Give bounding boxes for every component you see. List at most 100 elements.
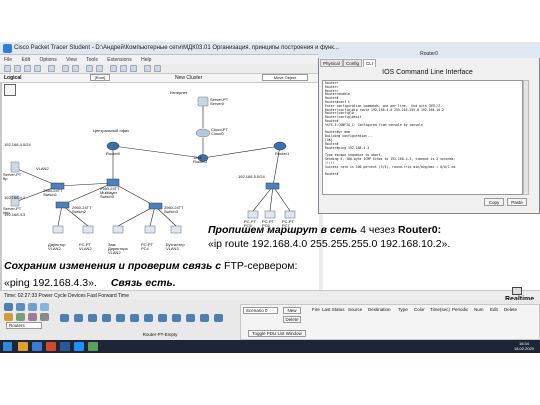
router-models [60, 312, 240, 326]
menu-view[interactable]: View [66, 57, 77, 63]
menu-options[interactable]: Options [39, 57, 56, 63]
hub-category-icon[interactable] [28, 303, 37, 311]
router-server0[interactable] [197, 96, 209, 107]
new-cluster-button[interactable]: New Cluster [175, 75, 202, 81]
palette-icon[interactable] [144, 65, 151, 72]
col-type: Type [398, 307, 408, 312]
router-model-4-icon[interactable] [102, 314, 111, 322]
switch4-icon[interactable] [265, 182, 280, 190]
toggle-pdu-button[interactable]: Toggle PDU List Window [248, 330, 306, 337]
copy-button[interactable]: Copy [484, 198, 504, 206]
packet-tracer-logo-icon [3, 44, 12, 53]
copy-icon[interactable] [62, 65, 69, 72]
packet-tracer-task-icon[interactable] [74, 342, 84, 351]
pc-vlan2-label: PC-PT VLAN2 [79, 242, 92, 251]
browser-icon[interactable] [32, 342, 42, 351]
undo-icon[interactable] [86, 65, 93, 72]
router-model-12-icon[interactable] [214, 314, 223, 322]
pc-pc4-icon[interactable] [144, 225, 156, 234]
scenario-select[interactable]: Scenario 0 [243, 307, 278, 314]
root-button[interactable]: [Root] [90, 74, 110, 81]
pc-director-icon[interactable] [52, 225, 64, 234]
explorer-icon[interactable] [18, 342, 28, 351]
move-object-button[interactable]: Move Object [262, 74, 308, 81]
paste-icon[interactable] [72, 65, 79, 72]
router-model-10-icon[interactable] [186, 314, 195, 322]
new-file-icon[interactable] [4, 65, 11, 72]
router1-label: Router1 [275, 151, 290, 156]
zoom-in-icon[interactable] [110, 65, 117, 72]
pc-pc7-icon[interactable] [284, 210, 296, 219]
custom-device-icon[interactable] [154, 65, 161, 72]
save-icon[interactable] [24, 65, 31, 72]
pc-pc6-icon[interactable] [264, 210, 276, 219]
isp-router-label: 1811 Router2 [193, 155, 208, 164]
router1-icon[interactable] [273, 141, 287, 151]
multilayer-switch-icon[interactable] [106, 178, 120, 187]
router0-label: Router0 [106, 151, 121, 156]
pc-buh-icon[interactable] [170, 225, 182, 234]
col-time: Time(sec) [430, 307, 450, 312]
cli-console[interactable]: Router> Router> Router> Router>enable Router… [322, 80, 523, 195]
router-model-7-icon[interactable] [144, 314, 153, 322]
tab-config[interactable]: Config [343, 59, 363, 67]
menu-extensions[interactable]: Extensions [107, 57, 131, 63]
switch-category-icon[interactable] [16, 303, 25, 311]
router-model-5-icon[interactable] [116, 314, 125, 322]
powerpoint-icon[interactable] [46, 342, 56, 351]
wireless-category-icon[interactable] [40, 303, 49, 311]
vlan-label: VLAN2 [36, 166, 49, 171]
new-scenario-button[interactable]: New [283, 307, 301, 314]
menu-edit[interactable]: Edit [21, 57, 30, 63]
col-destination: Destination [368, 307, 391, 312]
device-model-label: Router-PT-Empty [142, 332, 178, 337]
router0-icon[interactable] [106, 141, 120, 151]
print-icon[interactable] [34, 65, 41, 72]
ip-left-mid-label: 192.168.4.3 [4, 212, 26, 217]
cloud-icon[interactable] [195, 128, 211, 138]
router-category-icon[interactable] [4, 303, 13, 311]
realtime-mode-icon[interactable] [512, 287, 522, 295]
annotation-3-bold: Сохраним изменения и проверим связь с [4, 260, 225, 272]
zoom-out-icon[interactable] [130, 65, 137, 72]
open-file-icon[interactable] [14, 65, 21, 72]
zoom-reset-icon[interactable] [120, 65, 127, 72]
switch3-icon[interactable] [148, 202, 163, 210]
time-controls[interactable]: Time: 02:27:33 Power Cycle Devices Fast … [4, 293, 129, 299]
bottom-margin [0, 353, 540, 405]
delete-scenario-button[interactable]: Delete [283, 316, 301, 323]
router-model-6-icon[interactable] [130, 314, 139, 322]
tab-cli[interactable]: CLI [363, 59, 377, 67]
paste-button[interactable]: Paste [507, 198, 527, 206]
annotation-line-4: «ping 192.168.4.3». Связь есть. [4, 273, 176, 291]
router-model-9-icon[interactable] [172, 314, 181, 322]
connections-category-icon[interactable] [4, 313, 13, 321]
router-model-2-icon[interactable] [74, 314, 83, 322]
word-icon[interactable] [60, 342, 70, 351]
logical-view-label[interactable]: Logical [4, 75, 22, 81]
menu-tools[interactable]: Tools [86, 57, 98, 63]
redo-icon[interactable] [96, 65, 103, 72]
server-ftp-icon[interactable] [10, 161, 20, 173]
router-model-1-icon[interactable] [60, 314, 69, 322]
menu-help[interactable]: Help [141, 57, 151, 63]
end-devices-category-icon[interactable] [16, 313, 25, 321]
wan-emulation-category-icon[interactable] [40, 313, 49, 321]
annotation-1-plain: 4 чезез [360, 224, 398, 236]
tab-physical[interactable]: Physical [320, 59, 343, 67]
activity-wizard-icon[interactable] [48, 65, 55, 72]
pc-vlan2-icon[interactable] [82, 225, 94, 234]
cli-line: Router# [325, 172, 339, 177]
pc-pc5-icon[interactable] [247, 210, 259, 219]
router-model-11-icon[interactable] [200, 314, 209, 322]
taskbar-clock[interactable]: 16:34 18.02.2020 [511, 341, 537, 351]
cli-scrollbar[interactable] [523, 80, 529, 195]
security-category-icon[interactable] [28, 313, 37, 321]
pc-zam-icon[interactable] [112, 225, 124, 234]
router-model-8-icon[interactable] [158, 314, 167, 322]
switch2-icon[interactable] [55, 201, 70, 209]
menu-file[interactable]: File [4, 57, 12, 63]
app-icon[interactable] [88, 342, 98, 351]
router-model-3-icon[interactable] [88, 314, 97, 322]
windows-start-icon[interactable] [3, 342, 12, 351]
